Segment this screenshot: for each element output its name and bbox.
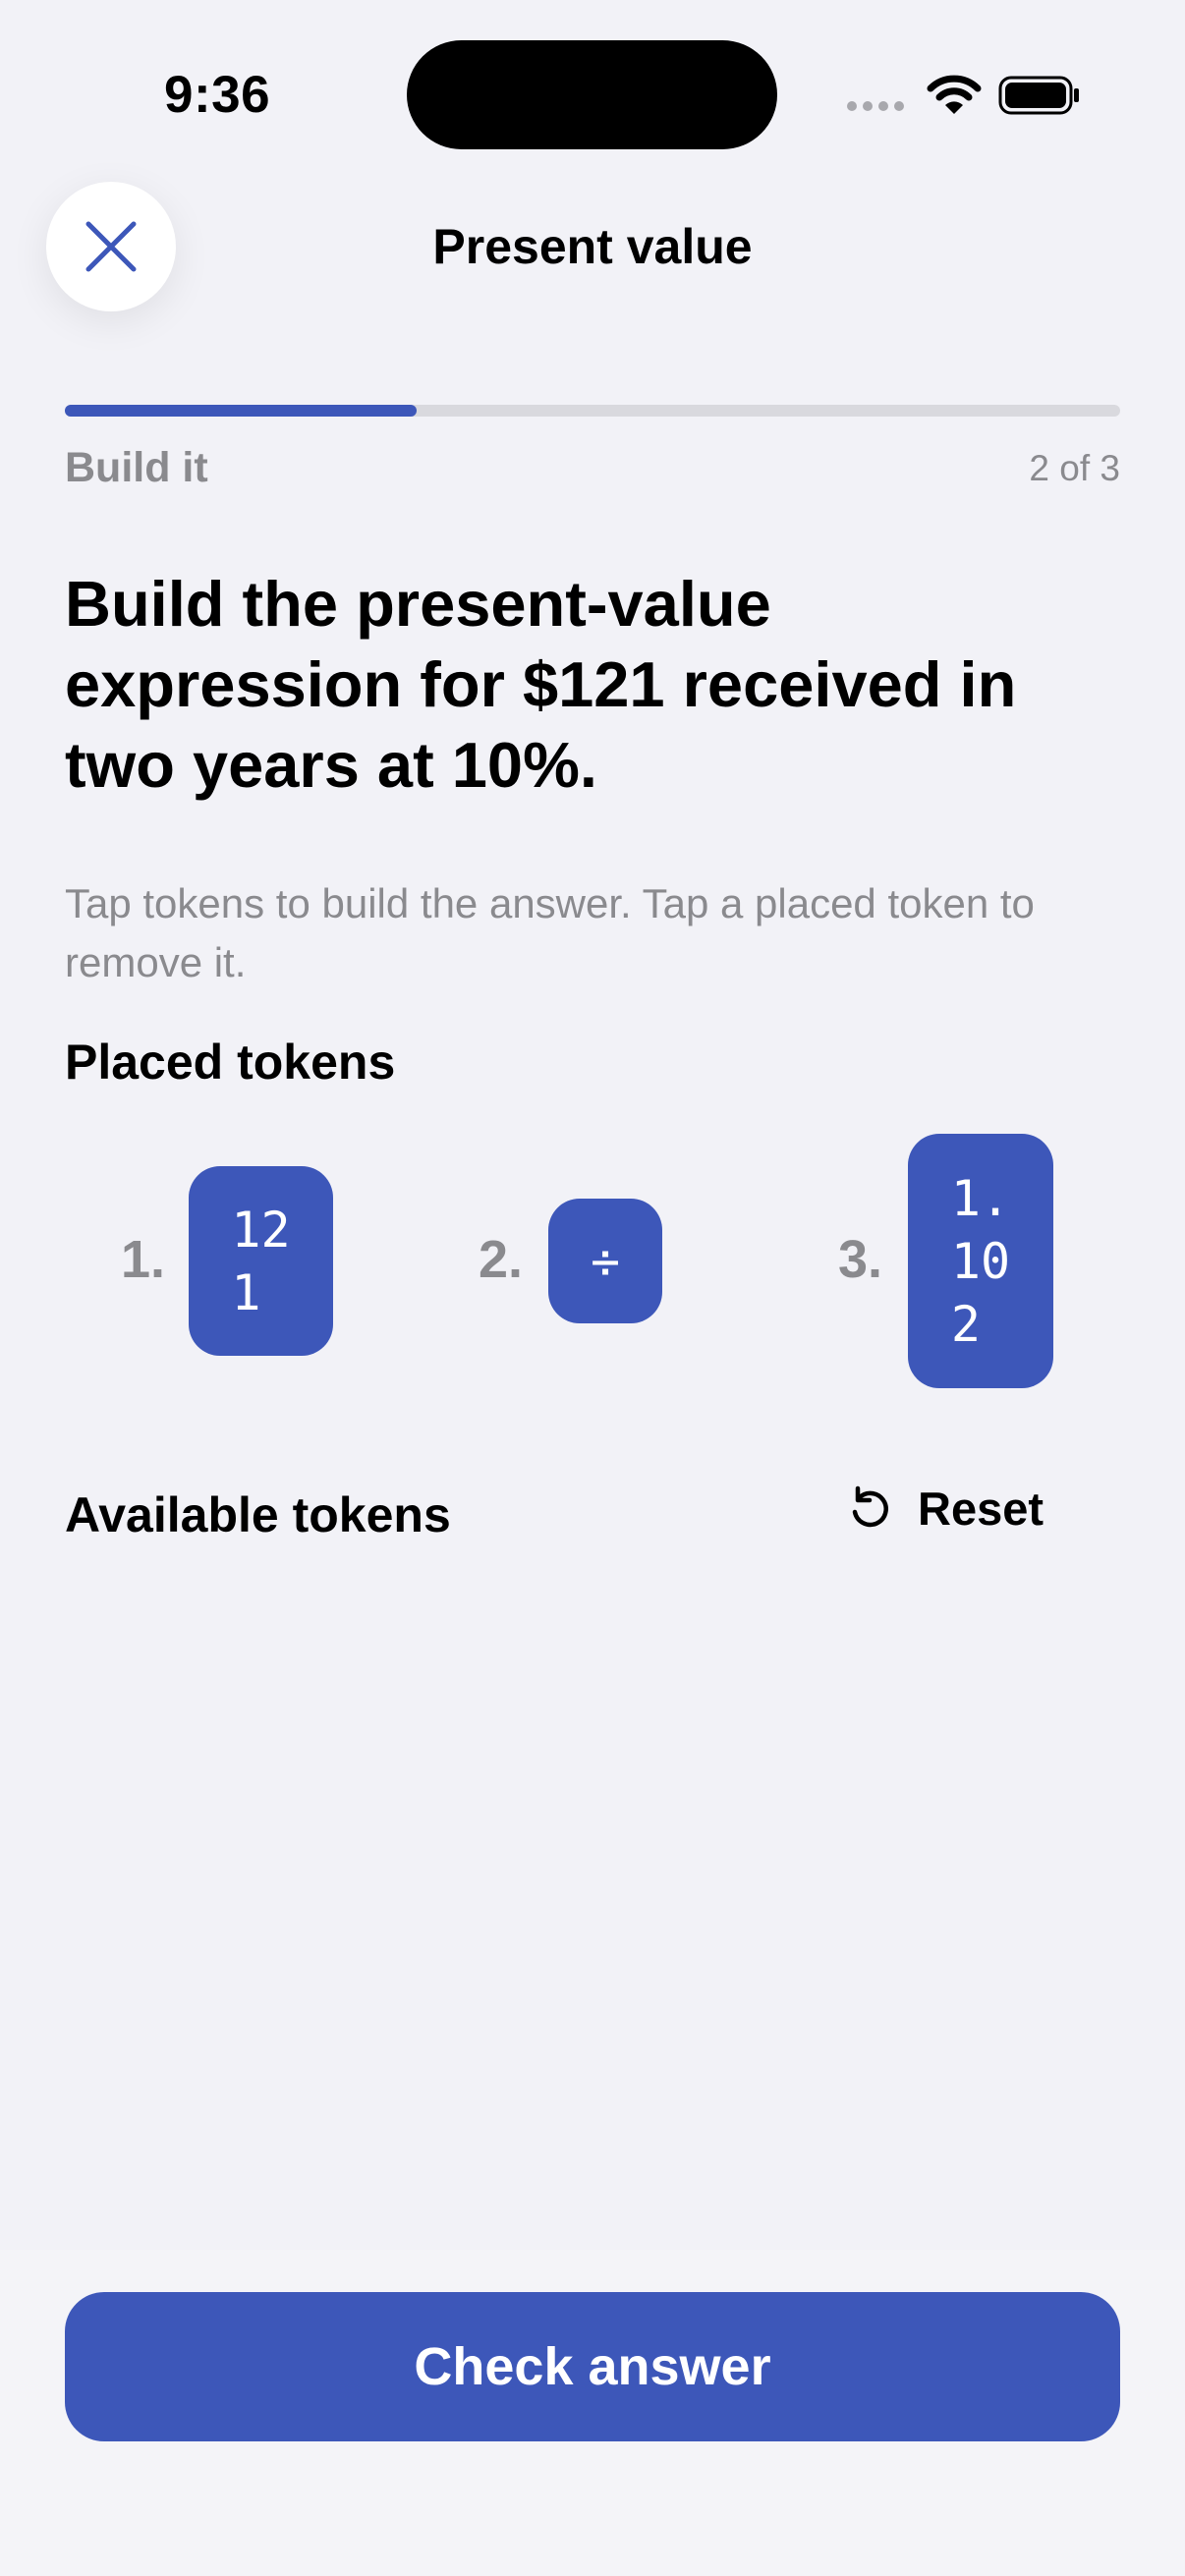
progress-bar [65,405,1120,417]
placed-token[interactable]: ÷ [548,1199,662,1323]
check-answer-button[interactable]: Check answer [65,2292,1120,2441]
battery-icon [998,76,1079,115]
available-tokens-heading: Available tokens [65,1487,451,1542]
placed-token[interactable]: 12 1 [189,1166,333,1356]
step-count: 2 of 3 [1029,448,1120,488]
signal-dots-icon [847,101,904,111]
placed-tokens-heading: Placed tokens [65,1035,396,1090]
reset-label: Reset [918,1483,1044,1535]
placed-token[interactable]: 1. 10 2 [908,1134,1053,1388]
instructions-text: Tap tokens to build the answer. Tap a pl… [65,880,1035,985]
progress-fill [65,405,417,417]
reset-icon [852,1485,888,1527]
page-title: Present value [432,219,753,274]
slot-number: 2. [479,1230,524,1289]
question-text: Build the present-value expression for $… [65,568,1017,801]
dynamic-island [407,40,777,149]
status-time: 9:36 [164,66,271,124]
step-label: Build it [65,444,208,491]
slot-number: 1. [121,1230,166,1289]
wifi-icon [927,75,982,114]
slot-number: 3. [838,1230,883,1289]
reset-button[interactable]: Reset [845,1482,1044,1536]
